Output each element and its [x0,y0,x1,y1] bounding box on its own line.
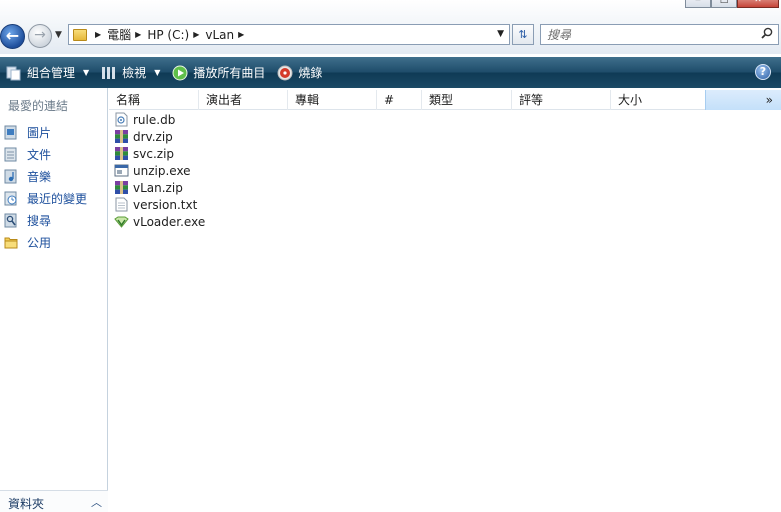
organize-label: 組合管理 [27,66,76,80]
sidebar-item-music[interactable]: 音樂 [4,165,87,187]
breadcrumb-separator-icon[interactable]: ▶ [95,30,101,39]
help-icon[interactable]: ? [755,64,771,80]
file-name: rule.db [133,112,176,127]
text-file-icon [115,197,128,212]
views-label: 檢視 [122,66,147,80]
sidebar-item-label: 音樂 [27,169,52,184]
file-name: svc.zip [133,146,175,161]
sidebar-item-label: 公用 [27,235,52,250]
db-file-icon [115,112,128,127]
minimize-button[interactable]: ‒ [685,0,711,8]
exe-window-icon [114,164,129,177]
column-header-name[interactable]: 名稱 [109,90,199,110]
music-icon [4,169,17,183]
list-item[interactable]: drv.zip [114,128,205,145]
organize-icon [6,66,21,80]
title-bar: ‒ □ ✕ ← → ▼ ▶ 電腦 ▶ HP (C:) ▶ vLan ▶ ▼ ⇅ [0,0,781,54]
file-list-pane: 名稱 演出者 專輯 # 類型 評等 大小 » rule.db drv.zip s… [109,88,781,512]
breadcrumb-separator-icon[interactable]: ▶ [238,30,244,39]
refresh-button[interactable]: ⇅ [512,24,534,45]
folders-toggle[interactable]: 資料夾 ︿ [0,490,108,512]
burn-disc-icon [277,65,293,80]
chevron-up-icon: ︿ [91,496,102,509]
list-item[interactable]: svc.zip [114,145,205,162]
recent-changes-icon [4,191,17,205]
search-input[interactable] [547,25,747,44]
winrar-archive-icon [115,181,128,194]
list-item[interactable]: unzip.exe [114,162,205,179]
refresh-icon: ⇅ [518,28,528,41]
breadcrumb-computer[interactable]: 電腦 [107,26,131,43]
play-all-label: 播放所有曲目 [193,66,266,80]
sidebar-item-label: 搜尋 [27,213,52,228]
column-header-rating[interactable]: 評等 [512,90,611,110]
file-name: vLan.zip [133,180,183,195]
sidebar-item-documents[interactable]: 文件 [4,143,87,165]
navigation-pane: 最愛的連結 圖片 文件 音樂 最近的變更 搜尋 公用 資料夾 ︿ [0,88,108,512]
file-name: drv.zip [133,129,173,144]
folder-icon [73,28,87,41]
sidebar-item-searches[interactable]: 搜尋 [4,209,87,231]
sidebar-item-label: 最近的變更 [27,191,88,206]
forward-button[interactable]: → [28,24,52,48]
public-folder-icon [4,237,18,248]
back-button[interactable]: ← [0,24,25,49]
list-item[interactable]: vLan.zip [114,179,205,196]
searches-icon [4,213,17,227]
winrar-archive-icon [115,130,128,143]
address-dropdown-icon[interactable]: ▼ [497,29,504,39]
forward-arrow-icon: → [34,27,46,43]
file-name: vLoader.exe [133,214,206,229]
address-bar[interactable]: ▶ 電腦 ▶ HP (C:) ▶ vLan ▶ ▼ [68,24,510,45]
chevron-down-icon: ▼ [154,68,161,77]
views-button[interactable]: 檢視 ▼ [95,57,166,88]
search-box[interactable] [540,24,779,45]
column-header-genre[interactable]: 類型 [422,90,512,110]
breadcrumb-separator-icon[interactable]: ▶ [135,30,141,39]
list-item[interactable]: rule.db [114,111,205,128]
back-arrow-icon: ← [5,26,20,45]
search-icon[interactable] [761,27,773,39]
column-header-size[interactable]: 大小 [611,90,705,110]
breadcrumb-separator-icon[interactable]: ▶ [193,30,199,39]
burn-label: 燒錄 [298,66,323,80]
column-header-track[interactable]: # [377,90,422,110]
list-item[interactable]: vLoader.exe [114,213,205,230]
folders-label: 資料夾 [8,497,45,511]
views-icon [102,66,116,79]
sidebar-item-recent-changes[interactable]: 最近的變更 [4,187,87,209]
list-item[interactable]: version.txt [114,196,205,213]
column-header-artist[interactable]: 演出者 [199,90,288,110]
sidebar-item-pictures[interactable]: 圖片 [4,121,87,143]
play-all-button[interactable]: 播放所有曲目 [166,57,271,88]
breadcrumb-drive[interactable]: HP (C:) [147,28,189,42]
file-name: unzip.exe [133,163,191,178]
column-headers: 名稱 演出者 專輯 # 類型 評等 大小 » [109,90,781,110]
play-icon [172,65,188,80]
sidebar-item-public[interactable]: 公用 [4,231,87,253]
sidebar-item-label: 文件 [27,147,52,162]
sidebar-item-label: 圖片 [27,125,52,140]
more-columns-button[interactable]: » [705,90,781,110]
favorite-links-list: 圖片 文件 音樂 最近的變更 搜尋 公用 [4,121,87,253]
command-toolbar: 組合管理 ▼ 檢視 ▼ 播放所有曲目 燒錄 ? [0,57,781,88]
history-dropdown-icon[interactable]: ▼ [55,30,62,40]
documents-icon [4,147,17,161]
file-list: rule.db drv.zip svc.zip unzip.exe vLan.z… [114,111,205,230]
close-button[interactable]: ✕ [737,0,779,8]
column-header-album[interactable]: 專輯 [288,90,377,110]
organize-button[interactable]: 組合管理 ▼ [0,57,95,88]
window-controls: ‒ □ ✕ [685,0,779,8]
pictures-icon [4,125,17,139]
file-name: version.txt [133,197,198,212]
favorite-links-header: 最愛的連結 [8,99,69,113]
winrar-archive-icon [115,147,128,160]
breadcrumb-vlan[interactable]: vLan [205,28,234,42]
chevron-down-icon: ▼ [83,68,90,77]
maximize-button[interactable]: □ [711,0,737,8]
burn-button[interactable]: 燒錄 [271,57,328,88]
vloader-app-icon [114,216,129,228]
